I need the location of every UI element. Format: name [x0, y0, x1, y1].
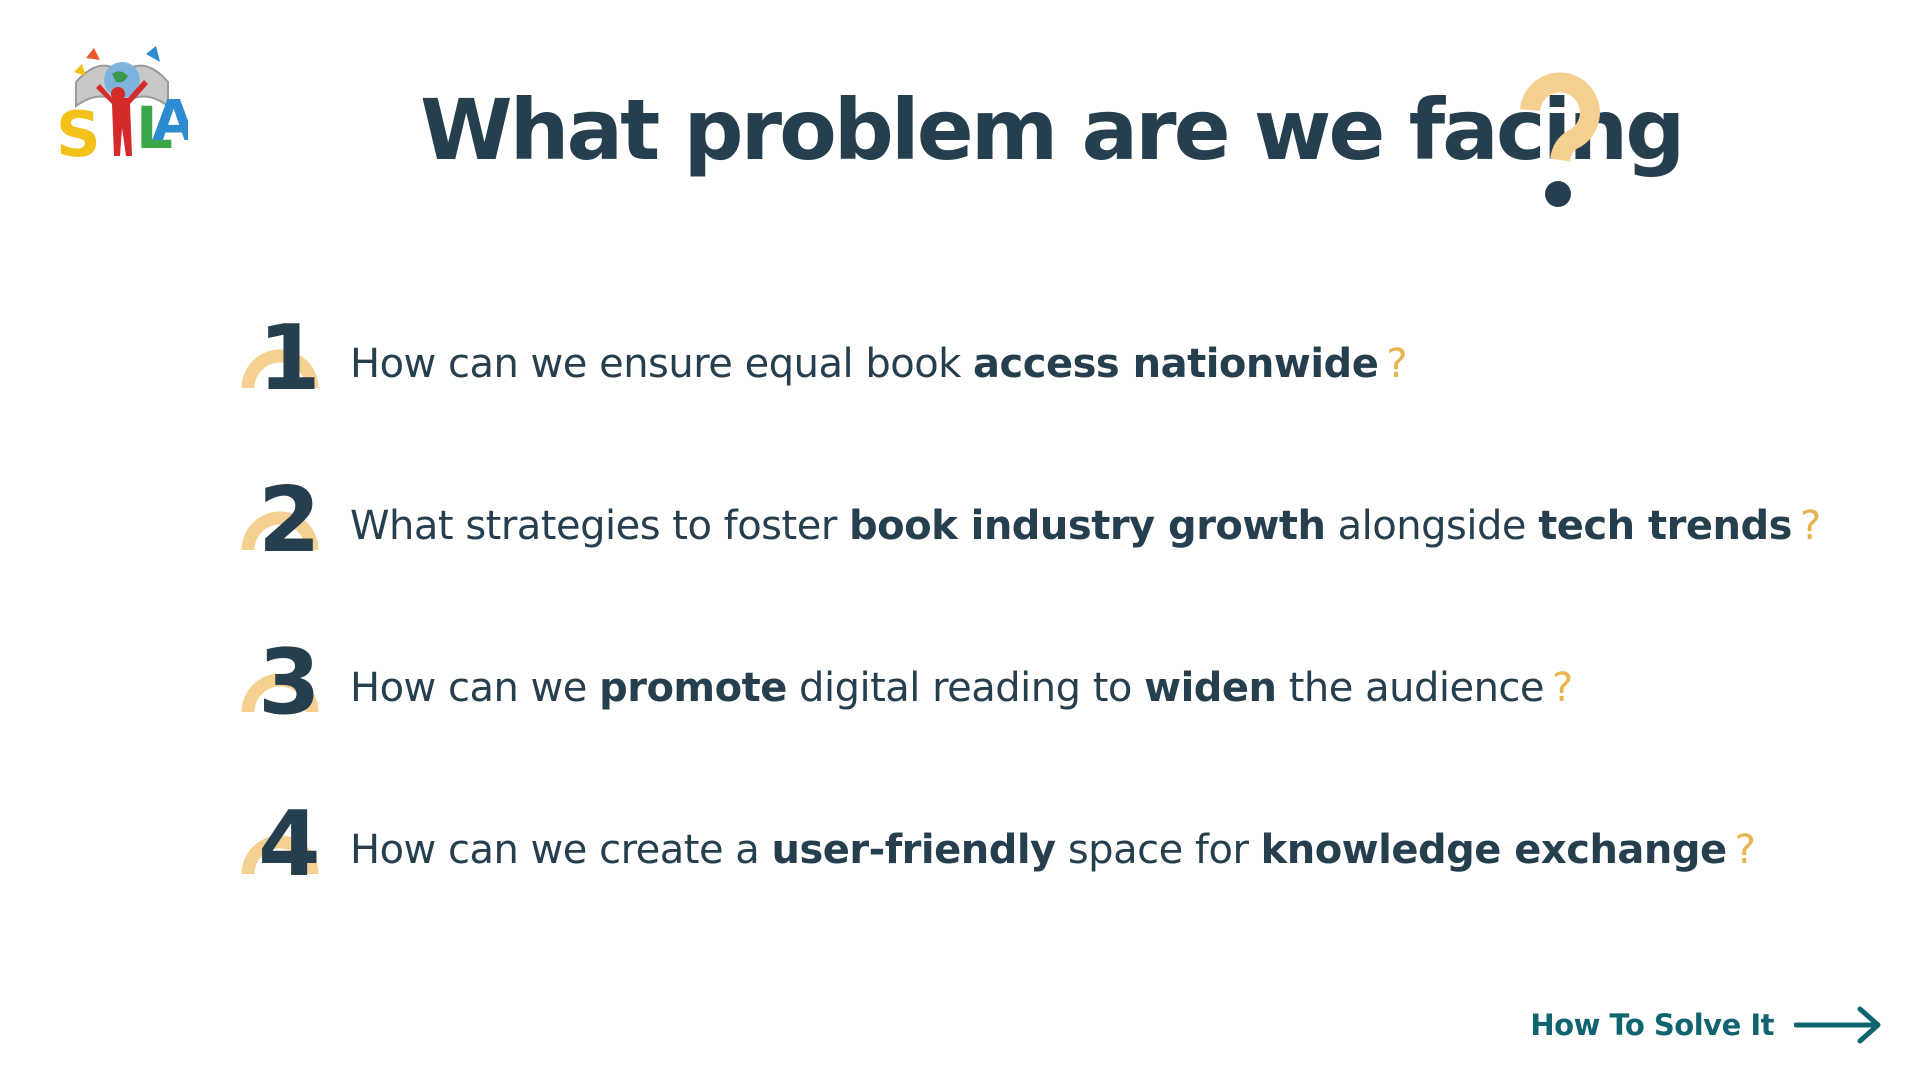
question-item: 3 How can we promote digital reading to w… — [240, 634, 1740, 734]
question-item: 2 What strategies to foster book industry… — [240, 472, 1821, 572]
question-text-segment: alongside — [1325, 503, 1539, 549]
question-text-emphasis: access nationwide — [973, 341, 1379, 387]
question-number: 2 — [258, 468, 321, 573]
question-number-badge: 4 — [240, 796, 330, 896]
question-text-segment: How can we create a — [350, 827, 772, 873]
question-text-emphasis: user-friendly — [771, 827, 1057, 873]
question-text-segment: What strategies to foster — [350, 503, 849, 549]
slide: S L A What problem are we facing 1 How ca… — [0, 0, 1920, 1080]
title-area: What problem are we facing — [420, 60, 1685, 210]
sila-logo: S L A — [56, 44, 196, 171]
sila-logo-icon: S L A — [56, 46, 196, 171]
question-text: How can we ensure equal book access nati… — [350, 340, 1408, 388]
question-text-segment: digital reading to — [786, 665, 1145, 711]
question-text-emphasis: promote — [599, 665, 787, 711]
question-mark: ? — [1799, 503, 1821, 549]
question-number-badge: 1 — [240, 310, 330, 410]
question-text: What strategies to foster book industry … — [350, 502, 1821, 550]
question-mark: ? — [1552, 665, 1573, 711]
question-number: 1 — [258, 306, 321, 411]
question-text-emphasis: widen — [1144, 665, 1277, 711]
question-mark: ? — [1734, 827, 1756, 873]
question-mark-icon — [1520, 72, 1600, 207]
question-number: 3 — [258, 630, 321, 735]
how-to-solve-link[interactable]: How To Solve It — [1530, 1005, 1884, 1045]
question-item: 4 How can we create a user-friendly space… — [240, 796, 1756, 896]
question-text-segment: the audience — [1276, 665, 1545, 711]
question-text-emphasis: book industry growth — [848, 503, 1326, 549]
question-text-segment: How can we — [350, 665, 600, 711]
question-item: 1 How can we ensure equal book access nat… — [240, 310, 1740, 410]
how-to-solve-label: How To Solve It — [1530, 1008, 1774, 1042]
arrow-right-icon — [1794, 1006, 1881, 1044]
svg-text:S: S — [56, 98, 101, 168]
question-text-emphasis: knowledge exchange — [1260, 827, 1728, 873]
page-title: What problem are we facing — [420, 81, 1685, 179]
question-number: 4 — [258, 792, 321, 897]
question-text-emphasis: tech trends — [1538, 503, 1792, 549]
question-text: How can we promote digital reading to wi… — [350, 664, 1573, 712]
svg-text:A: A — [152, 89, 188, 154]
question-mark: ? — [1386, 341, 1408, 387]
question-text-segment: space for — [1055, 827, 1261, 873]
question-number-badge: 2 — [240, 472, 330, 572]
question-text-segment: How can we ensure equal book — [350, 341, 974, 387]
question-text: How can we create a user-friendly space … — [350, 826, 1756, 874]
question-number-badge: 3 — [240, 634, 330, 734]
